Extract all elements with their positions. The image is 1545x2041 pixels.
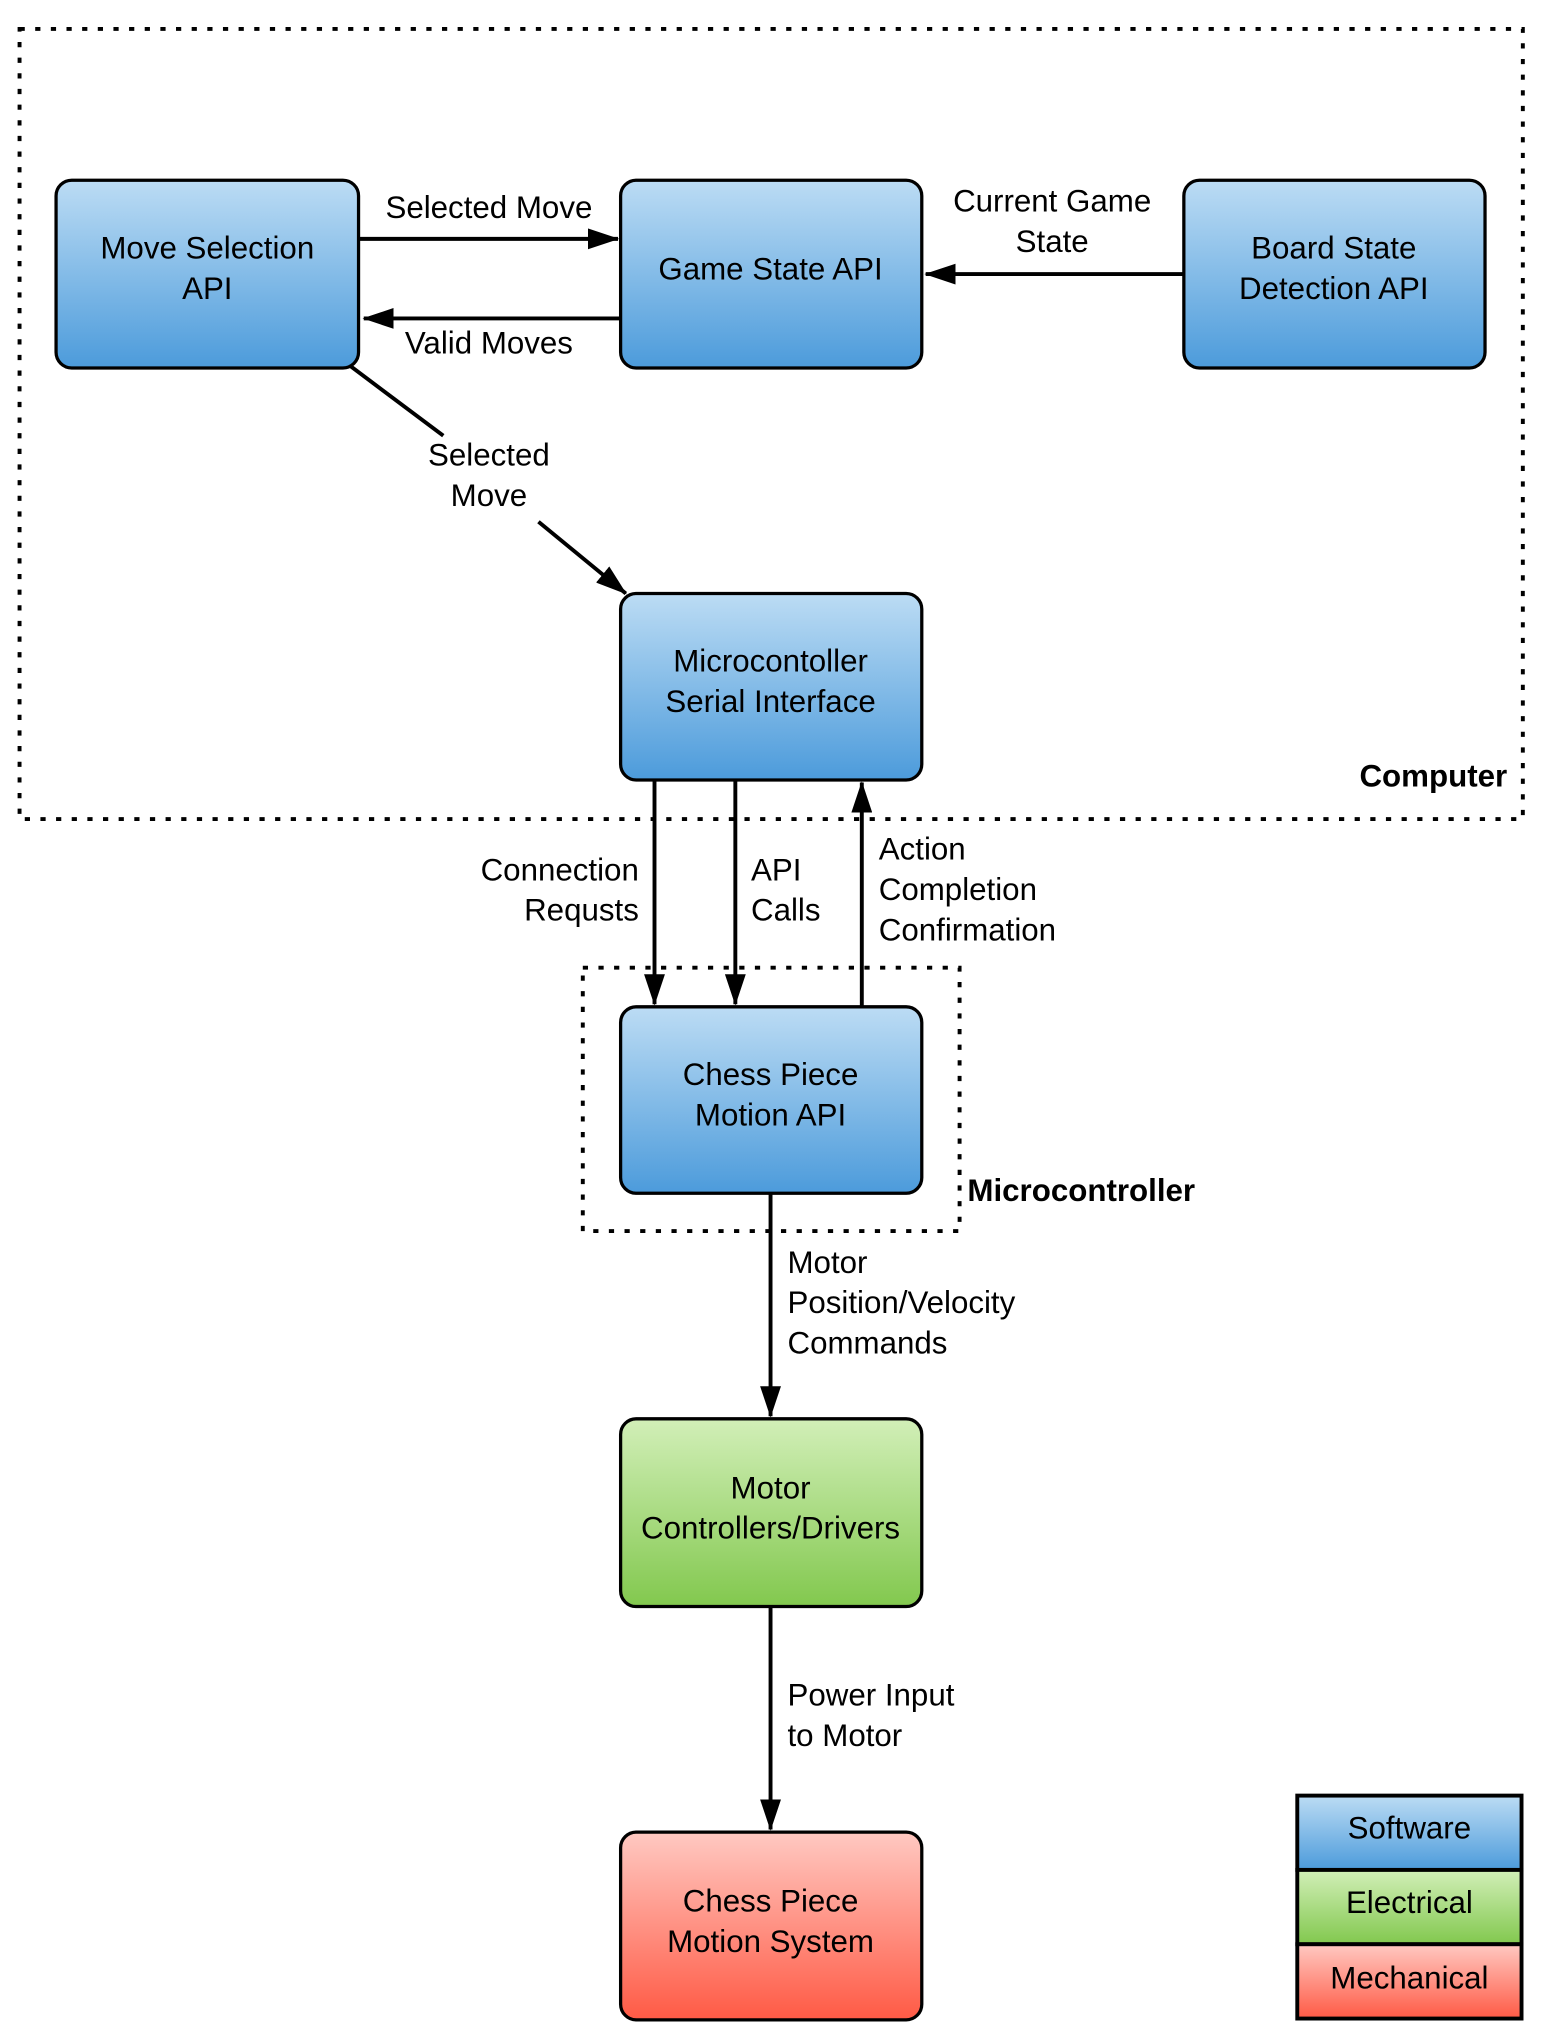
legend-software-label: Software (1348, 1811, 1471, 1846)
label-current-game-state: Current Game State (953, 183, 1151, 258)
node-game-state-api: Game State API (618, 178, 924, 370)
node-serial-interface: Microcontoller Serial Interface (618, 591, 924, 782)
label-api-calls: API Calls (751, 852, 821, 927)
svg-text:Game State API: Game State API (658, 251, 882, 286)
label-selected-move-2: Selected Move (428, 438, 550, 513)
label-motor-commands: Motor Position/Velocity Commands (787, 1245, 1015, 1361)
node-motor-controllers: Motor Controllers/Drivers (618, 1417, 924, 1609)
legend-electrical-label: Electrical (1346, 1885, 1473, 1920)
legend: Software Electrical Mechanical (1295, 1793, 1524, 2021)
microcontroller-group-label: Microcontroller (967, 1173, 1195, 1208)
edge-selected-move-2-start (348, 363, 445, 438)
label-selected-move: Selected Move (385, 190, 592, 225)
label-valid-moves: Valid Moves (405, 326, 573, 361)
node-board-state-detection-api: Board State Detection API (1182, 178, 1487, 370)
node-chess-piece-motion-api: Chess Piece Motion API (618, 1005, 924, 1195)
edge-selected-move-2 (537, 520, 628, 596)
system-diagram: Computer Microcontroller Selected Move V… (17, 27, 1525, 2022)
legend-mechanical-label: Mechanical (1330, 1961, 1488, 1996)
label-action-completion: Action Completion Confirmation (879, 831, 1056, 947)
node-chess-piece-motion-system: Chess Piece Motion System (618, 1830, 924, 2022)
node-move-selection-api: Move Selection API (54, 178, 361, 370)
label-power-input: Power Input to Motor (787, 1678, 954, 1753)
label-connection-requests: Connection Requsts (481, 852, 639, 927)
computer-group-label: Computer (1359, 758, 1507, 793)
